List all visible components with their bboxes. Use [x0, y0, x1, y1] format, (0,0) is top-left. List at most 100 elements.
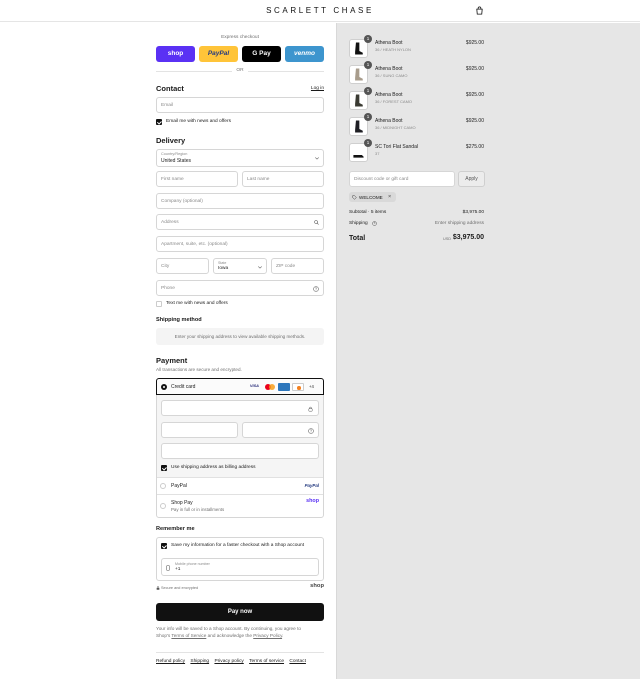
city-field[interactable]: City: [156, 258, 209, 274]
credit-card-option[interactable]: Credit card VISA +4: [156, 378, 324, 395]
address-placeholder: Address: [161, 220, 179, 225]
terms-of-service-footer-link[interactable]: Terms of service: [249, 659, 284, 664]
card-number-field[interactable]: [161, 400, 319, 416]
quantity-badge: 1: [364, 113, 372, 121]
privacy-policy-footer-link[interactable]: Privacy policy: [214, 659, 243, 664]
save-info-checkbox[interactable]: [161, 543, 167, 549]
product-price: $275.00: [465, 144, 484, 150]
mobile-phone-field[interactable]: Mobile phone number +1: [161, 558, 319, 576]
shop-pay-option[interactable]: Shop Pay Pay in full or in installments …: [157, 494, 323, 517]
product-price: $925.00: [465, 118, 484, 124]
apply-button[interactable]: Apply: [458, 171, 485, 187]
shop-pay-radio[interactable]: [160, 503, 166, 509]
pay-now-label: Pay now: [227, 609, 253, 615]
shop-pay-button[interactable]: shop: [156, 46, 195, 62]
paypal-logo-icon: PayPal: [304, 483, 319, 488]
state-select[interactable]: State Iowa: [213, 258, 267, 274]
mastercard-icon: [265, 384, 275, 390]
cart-item: 1 Athena Boot 36 / SUNG CAMO $925.00: [349, 61, 489, 85]
product-name: Athena Boot: [375, 40, 403, 46]
news-checkbox[interactable]: [156, 119, 162, 125]
top-header: SCARLETT CHASE: [0, 0, 640, 22]
shipping-link[interactable]: Shipping: [190, 659, 209, 664]
mobile-phone-label: Mobile phone number: [175, 561, 210, 566]
apartment-placeholder: Apartment, suite, etc. (optional): [161, 242, 228, 247]
footer-divider: [156, 652, 324, 653]
shopping-bag-icon[interactable]: [475, 6, 484, 15]
text-checkbox[interactable]: [156, 301, 162, 307]
zip-field[interactable]: ZIP code: [271, 258, 324, 274]
discount-code-field[interactable]: Discount code or gift card: [349, 171, 455, 187]
apartment-field[interactable]: Apartment, suite, etc. (optional): [156, 236, 324, 252]
country-select[interactable]: Country/Region United States: [156, 149, 324, 167]
billing-checkbox[interactable]: [161, 465, 167, 471]
help-circle-icon[interactable]: [308, 427, 314, 434]
state-label: State: [218, 260, 227, 265]
product-variant: 36 / SUNG CAMO: [375, 73, 408, 78]
product-price: $925.00: [465, 66, 484, 72]
help-circle-icon[interactable]: [372, 221, 377, 226]
save-info-label: Save my information for a faster checkou…: [171, 543, 305, 548]
quantity-badge: 1: [364, 87, 372, 95]
product-variant: 36 / MIDNIGHT CAMO: [375, 125, 416, 130]
product-name: Athena Boot: [375, 118, 403, 124]
country-label: Country/Region: [161, 152, 188, 156]
search-icon: [314, 220, 319, 225]
first-name-field[interactable]: First name: [156, 171, 238, 187]
contact-link[interactable]: Contact: [289, 659, 306, 664]
lock-icon: [156, 586, 160, 590]
paypal-radio[interactable]: [160, 483, 166, 489]
google-pay-label: G Pay: [252, 50, 271, 57]
subtotal-label: Subtotal · 5 items: [349, 210, 387, 215]
last-name-field[interactable]: Last name: [242, 171, 324, 187]
shop-pay-option-label: Shop Pay: [171, 500, 193, 506]
login-link[interactable]: Log in: [300, 86, 324, 91]
shop-pay-sub-label: Pay in full or in installments: [171, 506, 225, 512]
discount-tag: WELCOME ×: [349, 192, 396, 202]
refund-policy-link[interactable]: Refund policy: [156, 659, 185, 664]
terms-of-service-link[interactable]: Terms of Service: [171, 633, 206, 638]
quantity-badge: 1: [364, 139, 372, 147]
product-name: Athena Boot: [375, 92, 403, 98]
shipping-method-notice: Enter your shipping address to view avai…: [156, 328, 324, 345]
phone-field[interactable]: Phone: [156, 280, 324, 296]
security-code-field[interactable]: [242, 422, 319, 438]
discount-code-placeholder: Discount code or gift card: [354, 177, 409, 182]
paypal-label: PayPal: [207, 50, 230, 57]
paypal-option[interactable]: PayPal PayPal: [157, 477, 323, 494]
venmo-button[interactable]: venmo: [285, 46, 324, 62]
legal-line-2b: and acknowledge the: [206, 633, 254, 638]
cart-item: 1 Athena Boot 36 / FOREST CAMO $925.00: [349, 87, 489, 111]
delivery-title: Delivery: [156, 136, 186, 145]
shipping-label: Shipping: [349, 221, 368, 226]
discount-tag-label: WELCOME: [359, 194, 383, 200]
venmo-label: venmo: [294, 50, 315, 57]
apply-label: Apply: [465, 176, 478, 182]
credit-card-label: Credit card: [171, 384, 196, 390]
paypal-button[interactable]: PayPal: [199, 46, 238, 62]
footer-links: Refund policy Shipping Privacy policy Te…: [156, 659, 306, 664]
credit-card-radio[interactable]: [161, 383, 167, 390]
help-circle-icon[interactable]: [313, 285, 319, 292]
name-on-card-field[interactable]: [161, 443, 319, 459]
amex-icon: [278, 383, 290, 391]
more-cards-label: +4: [309, 384, 314, 389]
company-field[interactable]: Company (optional): [156, 193, 324, 209]
pay-now-button[interactable]: Pay now: [156, 603, 324, 621]
express-checkout-label: Express checkout: [221, 35, 259, 40]
secure-label: Secure and encrypted: [161, 586, 199, 590]
or-divider: OR: [156, 68, 324, 74]
privacy-policy-link[interactable]: Privacy Policy: [253, 633, 282, 638]
zip-placeholder: ZIP code: [276, 264, 296, 269]
email-field[interactable]: Email: [156, 97, 324, 113]
lock-icon: [308, 406, 313, 411]
close-icon[interactable]: ×: [388, 194, 391, 200]
cart-item: 1 Athena Boot 36 / MIDNIGHT CAMO $925.00: [349, 113, 489, 137]
brand-logo[interactable]: SCARLETT CHASE: [0, 6, 640, 15]
quantity-badge: 1: [364, 35, 372, 43]
google-pay-button[interactable]: G Pay: [242, 46, 281, 62]
address-field[interactable]: Address: [156, 214, 324, 230]
legal-line-2a: Shop's: [156, 633, 172, 638]
product-variant: 36 / FOREST CAMO: [375, 99, 413, 104]
expiry-field[interactable]: [161, 422, 238, 438]
